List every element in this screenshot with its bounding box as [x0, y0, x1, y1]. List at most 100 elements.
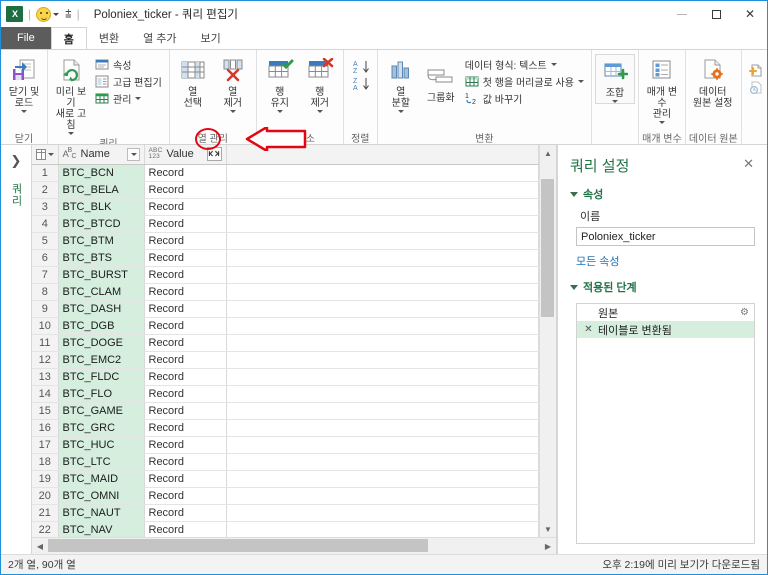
cell-name[interactable]: BTC_GRC [58, 419, 145, 437]
customize-quick-access-icon[interactable]: ⩲ [65, 8, 71, 20]
cell-value[interactable]: Record [144, 266, 227, 284]
cell-name[interactable]: BTC_BCN [58, 164, 145, 182]
column-header-name[interactable]: ABC Name [58, 145, 145, 165]
remove-columns-button[interactable]: 열 제거 [213, 54, 253, 113]
cell-value[interactable]: Record [144, 402, 227, 420]
table-row[interactable]: 18 BTC_LTC Record [32, 453, 539, 471]
table-row[interactable]: 15 BTC_GAME Record [32, 402, 539, 420]
query-name-input[interactable] [576, 227, 755, 246]
table-row[interactable]: 1 BTC_BCN Record [32, 164, 539, 182]
table-row[interactable]: 9 BTC_DASH Record [32, 300, 539, 318]
table-row[interactable]: 3 BTC_BLK Record [32, 198, 539, 216]
table-row[interactable]: 5 BTC_BTM Record [32, 232, 539, 250]
column-header-value[interactable]: ABC 123 Value [144, 145, 227, 165]
table-row[interactable]: 13 BTC_FLDC Record [32, 368, 539, 386]
chevron-down-icon[interactable] [47, 152, 54, 156]
table-row[interactable]: 7 BTC_BURST Record [32, 266, 539, 284]
cell-name[interactable]: BTC_DGB [58, 317, 145, 335]
grid-horizontal-scrollbar[interactable]: ◀ ▶ [32, 537, 556, 554]
delete-x-icon[interactable]: ✕ [583, 324, 594, 335]
cell-value[interactable]: Record [144, 385, 227, 403]
cell-name[interactable]: BTC_BTM [58, 232, 145, 250]
cell-name[interactable]: BTC_CLAM [58, 283, 145, 301]
cell-value[interactable]: Record [144, 232, 227, 250]
close-button[interactable]: ✕ [733, 1, 767, 27]
table-row[interactable]: 20 BTC_OMNI Record [32, 487, 539, 505]
tab-file[interactable]: File [1, 27, 51, 49]
cell-name[interactable]: BTC_HUC [58, 436, 145, 454]
cell-value[interactable]: Record [144, 351, 227, 369]
cell-value[interactable]: Record [144, 198, 227, 216]
tab-transform[interactable]: 변환 [87, 27, 131, 49]
all-properties-link[interactable]: 모든 속성 [558, 246, 767, 269]
chevron-down-icon[interactable] [229, 110, 236, 113]
scrollbar-track[interactable] [540, 161, 556, 521]
scroll-up-button[interactable]: ▲ [540, 145, 556, 161]
properties-section-header[interactable]: 속성 [558, 176, 767, 204]
manage-button[interactable]: 관리 [91, 90, 166, 107]
new-source-button[interactable]: 새 원본 [745, 62, 767, 79]
tab-home[interactable]: 홈 [50, 27, 87, 49]
chevron-right-icon[interactable]: ❯ [11, 153, 22, 169]
chevron-down-icon[interactable] [21, 110, 27, 113]
cell-name[interactable]: BTC_FLDC [58, 368, 145, 386]
cell-name[interactable]: BTC_BELA [58, 181, 145, 199]
cell-name[interactable]: BTC_BURST [58, 266, 145, 284]
gear-icon[interactable]: ⚙ [740, 307, 749, 318]
cell-value[interactable]: Record [144, 317, 227, 335]
applied-step-source[interactable]: 원본 ⚙ [577, 304, 754, 321]
chevron-down-icon[interactable] [53, 12, 60, 16]
applied-step-converted-to-table[interactable]: ✕ 테이블로 변환됨 [577, 321, 754, 338]
cell-name[interactable]: BTC_NAUT [58, 504, 145, 522]
cell-name[interactable]: BTC_NAV [58, 521, 145, 537]
maximize-button[interactable] [699, 1, 733, 27]
cell-name[interactable]: BTC_LTC [58, 453, 145, 471]
column-header-selectall[interactable] [32, 145, 59, 165]
cell-value[interactable]: Record [144, 368, 227, 386]
chevron-down-icon[interactable] [276, 110, 283, 113]
table-row[interactable]: 4 BTC_BTCD Record [32, 215, 539, 233]
manage-parameters-button[interactable]: 매개 변수 관리 [642, 54, 682, 124]
scroll-down-button[interactable]: ▼ [540, 521, 556, 537]
sort-descending-button[interactable]: Z A [347, 75, 374, 92]
cell-name[interactable]: BTC_BTCD [58, 215, 145, 233]
sort-ascending-button[interactable]: A Z [347, 58, 374, 75]
chevron-down-icon[interactable] [577, 80, 584, 83]
cell-value[interactable]: Record [144, 436, 227, 454]
chevron-down-icon[interactable] [316, 110, 323, 113]
cell-name[interactable]: BTC_DOGE [58, 334, 145, 352]
refresh-preview-button[interactable]: 미리 보기 새로 고침 [51, 54, 91, 135]
chevron-down-icon[interactable] [658, 121, 665, 124]
table-row[interactable]: 12 BTC_EMC2 Record [32, 351, 539, 369]
cell-value[interactable]: Record [144, 470, 227, 488]
filter-dropdown-button[interactable] [126, 147, 140, 161]
cell-value[interactable]: Record [144, 521, 227, 537]
hscrollbar-track[interactable] [48, 538, 540, 554]
table-row[interactable]: 10 BTC_DGB Record [32, 317, 539, 335]
data-grid[interactable]: ABC Name ABC 123 Value 1 BTC_BCN Record … [32, 145, 539, 537]
close-icon[interactable]: ✕ [740, 155, 757, 172]
scroll-right-button[interactable]: ▶ [540, 538, 556, 554]
data-source-settings-button[interactable]: 데이터 원본 설정 [689, 54, 737, 109]
cell-name[interactable]: BTC_BLK [58, 198, 145, 216]
cell-value[interactable]: Record [144, 453, 227, 471]
cell-name[interactable]: BTC_MAID [58, 470, 145, 488]
split-column-button[interactable]: 열 분할 [381, 54, 421, 113]
cell-value[interactable]: Record [144, 215, 227, 233]
cell-value[interactable]: Record [144, 487, 227, 505]
cell-value[interactable]: Record [144, 164, 227, 182]
scroll-left-button[interactable]: ◀ [32, 538, 48, 554]
chevron-down-icon[interactable] [397, 110, 404, 113]
chevron-down-icon[interactable] [611, 100, 618, 103]
keep-rows-button[interactable]: 행 유지 [260, 54, 300, 113]
cell-value[interactable]: Record [144, 419, 227, 437]
table-row[interactable]: 14 BTC_FLO Record [32, 385, 539, 403]
expand-column-button[interactable] [206, 147, 222, 162]
chevron-down-icon[interactable] [550, 63, 557, 66]
cell-name[interactable]: BTC_BTS [58, 249, 145, 267]
cell-value[interactable]: Record [144, 283, 227, 301]
data-type-button[interactable]: 데이터 형식: 텍스트 [461, 56, 588, 73]
smiley-icon[interactable] [36, 6, 52, 22]
hscrollbar-thumb[interactable] [48, 539, 428, 552]
properties-button[interactable]: 속성 [91, 56, 166, 73]
